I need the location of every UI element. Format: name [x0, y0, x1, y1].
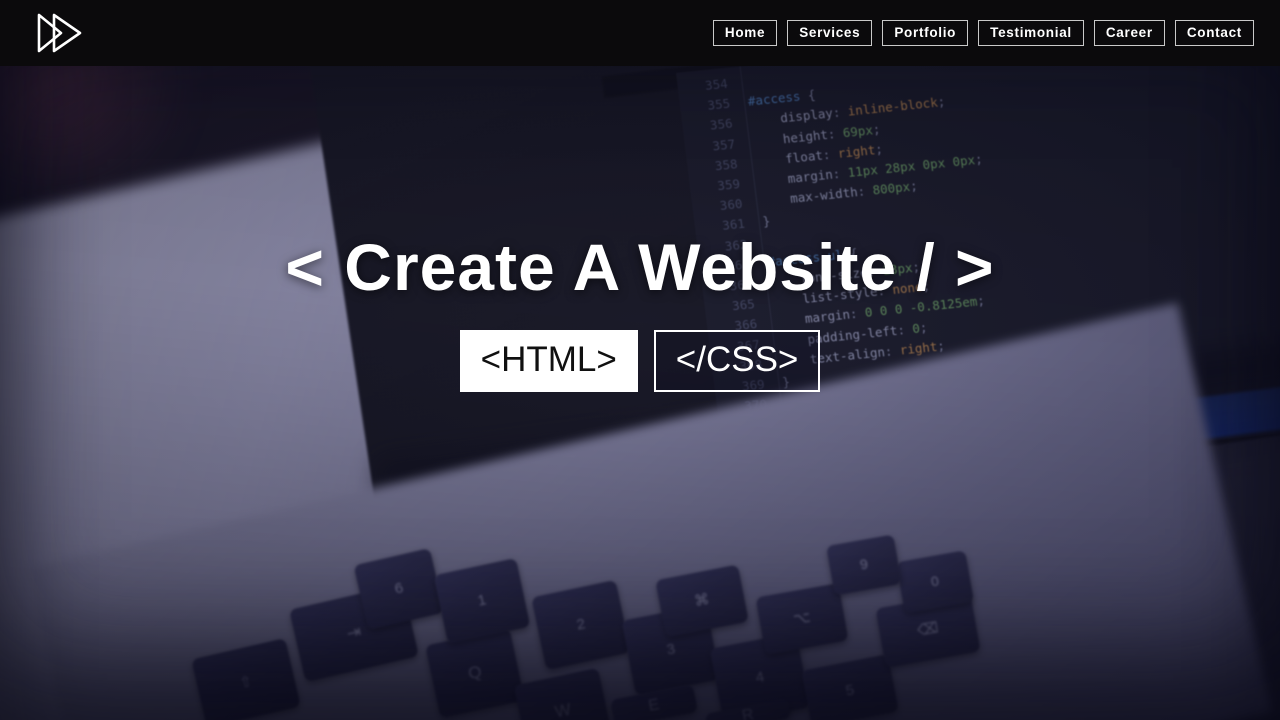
page-root: 354355#access {356 display: inline-block…: [0, 0, 1280, 720]
nav-item-testimonial[interactable]: Testimonial: [978, 19, 1084, 47]
nav-item-contact[interactable]: Contact: [1174, 19, 1254, 47]
hero-button-group: <HTML> </CSS>: [459, 330, 821, 392]
nav-item-career[interactable]: Career: [1093, 19, 1165, 47]
css-button[interactable]: </CSS>: [653, 330, 821, 392]
main-navigation: Home Services Portfolio Testimonial Career Co…: [712, 19, 1254, 47]
html-button[interactable]: <HTML>: [459, 330, 638, 392]
nav-item-services[interactable]: Services: [787, 19, 873, 47]
nav-item-portfolio[interactable]: Portfolio: [882, 19, 969, 47]
site-header: Home Services Portfolio Testimonial Career Co…: [0, 0, 1280, 66]
site-logo[interactable]: [34, 10, 96, 56]
double-play-triangle-icon: [37, 13, 82, 53]
nav-item-home[interactable]: Home: [712, 19, 778, 47]
